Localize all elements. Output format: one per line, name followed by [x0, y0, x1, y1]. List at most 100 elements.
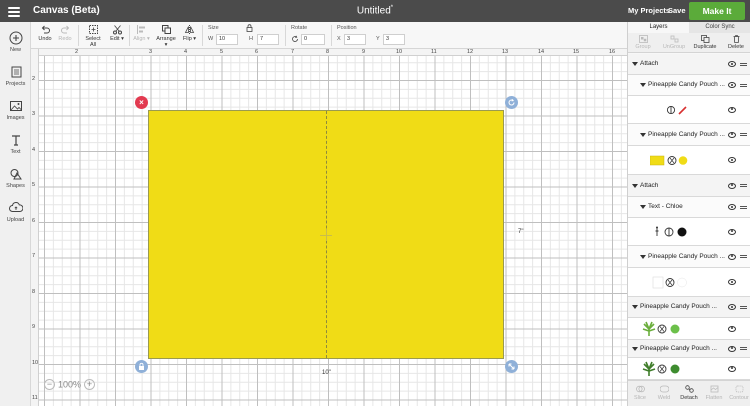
- flatten-button[interactable]: Flatten: [702, 385, 726, 401]
- hamburger-menu-icon[interactable]: [8, 5, 20, 17]
- rotate-input[interactable]: 0: [301, 34, 325, 45]
- sidebar-item-images[interactable]: Images: [0, 99, 31, 121]
- more-options-icon[interactable]: [740, 205, 747, 209]
- slice-button[interactable]: Slice: [628, 385, 652, 401]
- layer-label: Attach: [640, 181, 659, 189]
- layer-item[interactable]: [628, 268, 750, 297]
- eye-icon[interactable]: [728, 345, 736, 352]
- layer-sub-pineapple-3[interactable]: Pineapple Candy Pouch ...: [628, 246, 750, 268]
- collapse-triangle-icon[interactable]: [632, 346, 638, 351]
- eye-icon[interactable]: [728, 61, 736, 67]
- more-options-icon[interactable]: [740, 255, 747, 258]
- flip-menu-button[interactable]: Flip ▾: [182, 24, 197, 42]
- eye-icon[interactable]: [728, 157, 736, 163]
- resize-handle[interactable]: [505, 360, 518, 373]
- layer-group-attach-2[interactable]: Attach: [628, 175, 750, 197]
- collapse-triangle-icon[interactable]: [640, 83, 646, 87]
- more-options-icon[interactable]: [740, 305, 747, 309]
- position-x-input[interactable]: 3: [344, 34, 366, 45]
- width-input[interactable]: 10: [216, 34, 238, 45]
- height-dimension-label: 7": [518, 229, 524, 235]
- zoom-in-button[interactable]: +: [84, 379, 96, 391]
- group-button[interactable]: Group: [628, 35, 658, 50]
- sidebar-item-projects[interactable]: Projects: [0, 65, 31, 87]
- ungroup-button[interactable]: UnGroup: [659, 35, 689, 50]
- collapse-triangle-icon[interactable]: [640, 132, 646, 137]
- more-options-icon[interactable]: [740, 83, 747, 87]
- group-icon: [638, 35, 648, 43]
- weld-label: Weld: [657, 395, 671, 401]
- sidebar-item-shapes[interactable]: Shapes: [0, 167, 31, 189]
- eye-icon[interactable]: [728, 182, 736, 189]
- eye-icon[interactable]: [728, 204, 736, 210]
- arrange-menu-button[interactable]: Arrange ▾: [155, 24, 177, 48]
- flatten-label: Flatten: [705, 395, 723, 401]
- rotate-handle[interactable]: [505, 96, 518, 109]
- eye-icon[interactable]: [728, 253, 736, 260]
- lock-proportions-handle[interactable]: [135, 360, 148, 373]
- sidebar-item-upload[interactable]: Upload: [0, 201, 31, 223]
- layer-item[interactable]: [628, 358, 750, 380]
- eye-icon[interactable]: [728, 325, 736, 332]
- layer-item[interactable]: [628, 218, 750, 246]
- zoom-out-button[interactable]: −: [44, 379, 55, 391]
- eye-icon[interactable]: [728, 106, 736, 113]
- layer-group-attach[interactable]: Attach: [628, 54, 750, 75]
- align-menu-button[interactable]: Align ▾: [133, 24, 150, 42]
- layer-group-pineapple-5[interactable]: Pineapple Candy Pouch ...: [628, 340, 750, 358]
- undo-button[interactable]: Undo: [38, 24, 52, 42]
- save-button[interactable]: Save: [668, 6, 686, 15]
- ruler-tick: 6: [32, 218, 36, 224]
- edit-menu-button[interactable]: Edit ▾: [109, 24, 125, 42]
- design-canvas[interactable]: 2 3 4 5 6 7 8 9 10 11 12 13 14 15 16 2 3…: [31, 49, 627, 406]
- collapse-triangle-icon[interactable]: [640, 254, 646, 259]
- sidebar-item-new[interactable]: New: [0, 31, 31, 53]
- eye-icon[interactable]: [728, 131, 736, 138]
- eye-icon[interactable]: [728, 365, 736, 372]
- layer-item[interactable]: [628, 318, 750, 340]
- tab-color-sync[interactable]: Color Sync: [689, 22, 750, 33]
- weld-button[interactable]: Weld: [652, 385, 676, 401]
- sidebar-item-text[interactable]: Text: [0, 133, 31, 155]
- position-y-input[interactable]: 3: [383, 34, 405, 45]
- tab-layers[interactable]: Layers: [628, 22, 689, 33]
- layer-sub-pineapple-1[interactable]: Pineapple Candy Pouch ...: [628, 75, 750, 96]
- layer-group-pineapple-4[interactable]: Pineapple Candy Pouch ...: [628, 297, 750, 318]
- contour-button[interactable]: Contour: [727, 385, 750, 401]
- delete-handle[interactable]: ×: [135, 96, 148, 109]
- eye-icon[interactable]: [728, 279, 736, 285]
- slice-label: Slice: [634, 395, 646, 401]
- collapse-triangle-icon[interactable]: [632, 183, 638, 188]
- select-all-button[interactable]: Select All: [82, 24, 104, 48]
- document-title[interactable]: Untitled: [357, 5, 391, 16]
- layer-item[interactable]: [628, 96, 750, 124]
- layer-sub-text-chloe[interactable]: Text - Chloe: [628, 197, 750, 218]
- eye-icon[interactable]: [728, 82, 736, 88]
- white-shape-thumbnail: [652, 276, 687, 289]
- delete-button[interactable]: Delete: [721, 35, 750, 50]
- lock-icon[interactable]: [246, 24, 253, 32]
- toolbar-divider: [331, 25, 332, 46]
- collapse-triangle-icon[interactable]: [640, 205, 646, 209]
- layer-sub-pineapple-2[interactable]: Pineapple Candy Pouch ...: [628, 124, 750, 146]
- detach-button[interactable]: Detach: [677, 385, 701, 401]
- redo-button[interactable]: Redo: [58, 24, 72, 42]
- make-it-button[interactable]: Make It: [689, 2, 745, 20]
- my-projects-link[interactable]: My Projects: [628, 6, 670, 15]
- more-options-icon[interactable]: [740, 184, 747, 187]
- flatten-icon: [710, 385, 718, 393]
- selected-shape[interactable]: [148, 110, 504, 359]
- height-input[interactable]: 7: [257, 34, 279, 45]
- eye-icon[interactable]: [728, 304, 736, 310]
- duplicate-button[interactable]: Duplicate: [690, 35, 720, 50]
- more-options-icon[interactable]: [740, 62, 747, 66]
- more-options-icon[interactable]: [740, 133, 747, 136]
- layer-item[interactable]: [628, 146, 750, 175]
- more-options-icon[interactable]: [740, 347, 747, 350]
- collapse-triangle-icon[interactable]: [632, 305, 638, 309]
- toolbar-divider: [202, 25, 203, 46]
- eye-icon[interactable]: [728, 228, 736, 235]
- contour-label: Contour: [729, 395, 749, 401]
- layer-label: Text - Chloe: [648, 203, 683, 210]
- collapse-triangle-icon[interactable]: [632, 62, 638, 66]
